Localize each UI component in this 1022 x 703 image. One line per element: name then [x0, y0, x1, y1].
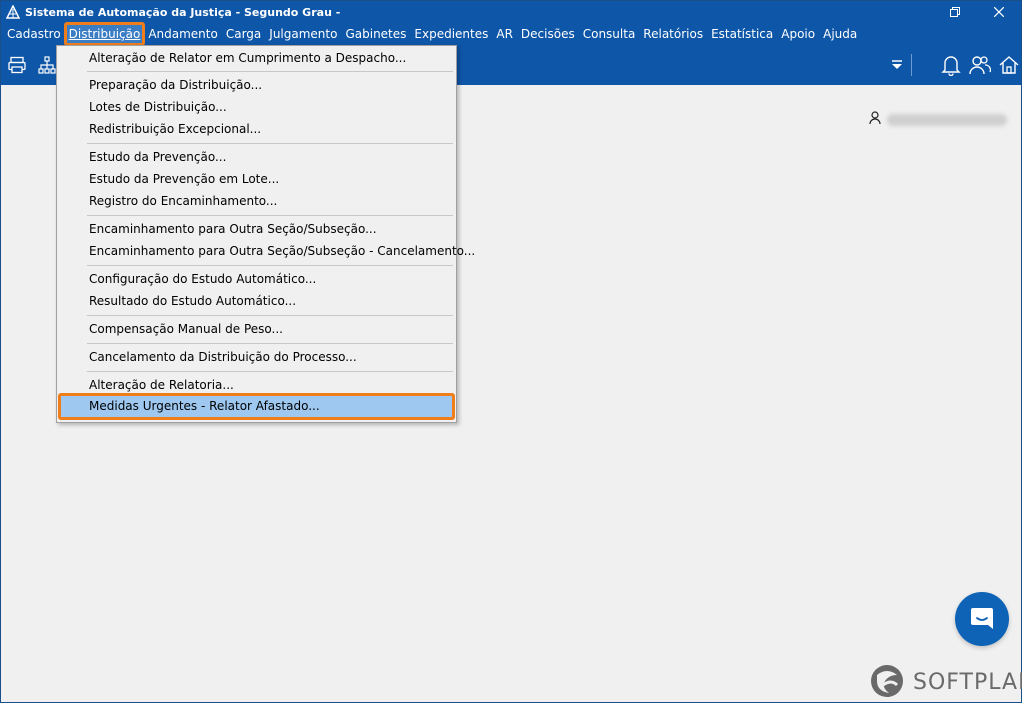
user-name-redacted — [887, 113, 1007, 126]
menu-bar: Cadastro Distribuição Andamento Carga Ju… — [1, 22, 1021, 46]
menu-separator — [87, 371, 453, 372]
menu-separator — [87, 265, 453, 266]
close-button[interactable] — [977, 1, 1021, 23]
menu-item-medidas-urgentes[interactable]: Medidas Urgentes - Relator Afastado... — [58, 393, 455, 420]
menu-item-compensacao-manual-peso[interactable]: Compensação Manual de Peso... — [59, 318, 454, 340]
menu-item-preparacao-distribuicao[interactable]: Preparação da Distribuição... — [59, 74, 454, 96]
brand-name: SOFTPLAN — [913, 670, 1022, 695]
menu-item-alteracao-relatoria[interactable]: Alteração de Relatoria... — [59, 374, 454, 396]
menu-relatorios[interactable]: Relatórios — [639, 23, 707, 45]
menu-apoio[interactable]: Apoio — [777, 23, 819, 45]
restore-button[interactable] — [933, 1, 977, 23]
user-info — [869, 111, 1007, 128]
menu-expedientes[interactable]: Expedientes — [410, 23, 492, 45]
toolbar-separator — [911, 54, 912, 76]
title-bar[interactable]: Sistema de Automação da Justiça - Segund… — [1, 1, 1021, 23]
menu-item-encaminhamento-cancelamento[interactable]: Encaminhamento para Outra Seção/Subseção… — [59, 240, 475, 262]
chat-icon — [969, 605, 995, 634]
window-title: Sistema de Automação da Justiça - Segund… — [25, 5, 341, 19]
menu-item-alteracao-relator-cumprimento[interactable]: Alteração de Relator em Cumprimento a De… — [59, 47, 454, 69]
menu-item-configuracao-estudo-automatico[interactable]: Configuração do Estudo Automático... — [59, 268, 454, 290]
home-icon[interactable] — [997, 53, 1021, 77]
menu-item-resultado-estudo-automatico[interactable]: Resultado do Estudo Automático... — [59, 290, 454, 312]
app-window: Sistema de Automação da Justiça - Segund… — [0, 0, 1022, 703]
menu-separator — [87, 315, 453, 316]
menu-ar[interactable]: AR — [492, 23, 517, 45]
menu-julgamento[interactable]: Julgamento — [265, 23, 341, 45]
menu-item-redistribuicao-excepcional[interactable]: Redistribuição Excepcional... — [59, 118, 454, 140]
user-icon — [869, 111, 881, 128]
menu-item-registro-encaminhamento[interactable]: Registro do Encaminhamento... — [59, 190, 454, 212]
menu-separator — [87, 343, 453, 344]
menu-item-cancelamento-distribuicao[interactable]: Cancelamento da Distribuição do Processo… — [59, 346, 454, 368]
menu-item-lotes-distribuicao[interactable]: Lotes de Distribuição... — [59, 96, 454, 118]
menu-item-estudo-prevencao[interactable]: Estudo da Prevenção... — [59, 146, 454, 168]
menu-cadastro[interactable]: Cadastro — [3, 23, 65, 45]
menu-consulta[interactable]: Consulta — [579, 23, 640, 45]
menu-estatistica[interactable]: Estatística — [707, 23, 777, 45]
distribuicao-dropdown-menu: Alteração de Relator em Cumprimento a De… — [56, 45, 475, 423]
menu-item-encaminhamento-outra-secao[interactable]: Encaminhamento para Outra Seção/Subseção… — [59, 218, 454, 240]
menu-separator — [87, 71, 453, 72]
menu-distribuicao[interactable]: Distribuição — [63, 22, 146, 46]
menu-andamento[interactable]: Andamento — [144, 23, 222, 45]
app-logo-icon — [5, 4, 21, 20]
users-icon[interactable] — [968, 53, 992, 77]
menu-separator — [87, 215, 453, 216]
menu-gabinetes[interactable]: Gabinetes — [341, 23, 410, 45]
menu-item-estudo-prevencao-lote[interactable]: Estudo da Prevenção em Lote... — [59, 168, 454, 190]
bell-icon[interactable] — [939, 53, 963, 77]
menu-ajuda[interactable]: Ajuda — [819, 23, 861, 45]
softplan-logo-icon — [869, 663, 905, 702]
softplan-logo: SOFTPLAN — [869, 663, 1022, 702]
menu-separator — [87, 143, 453, 144]
dropdown-arrow-icon[interactable] — [885, 53, 909, 77]
printer-icon[interactable] — [5, 53, 29, 77]
chat-button[interactable] — [955, 592, 1009, 646]
menu-decisoes[interactable]: Decisões — [517, 23, 579, 45]
menu-carga[interactable]: Carga — [222, 23, 265, 45]
